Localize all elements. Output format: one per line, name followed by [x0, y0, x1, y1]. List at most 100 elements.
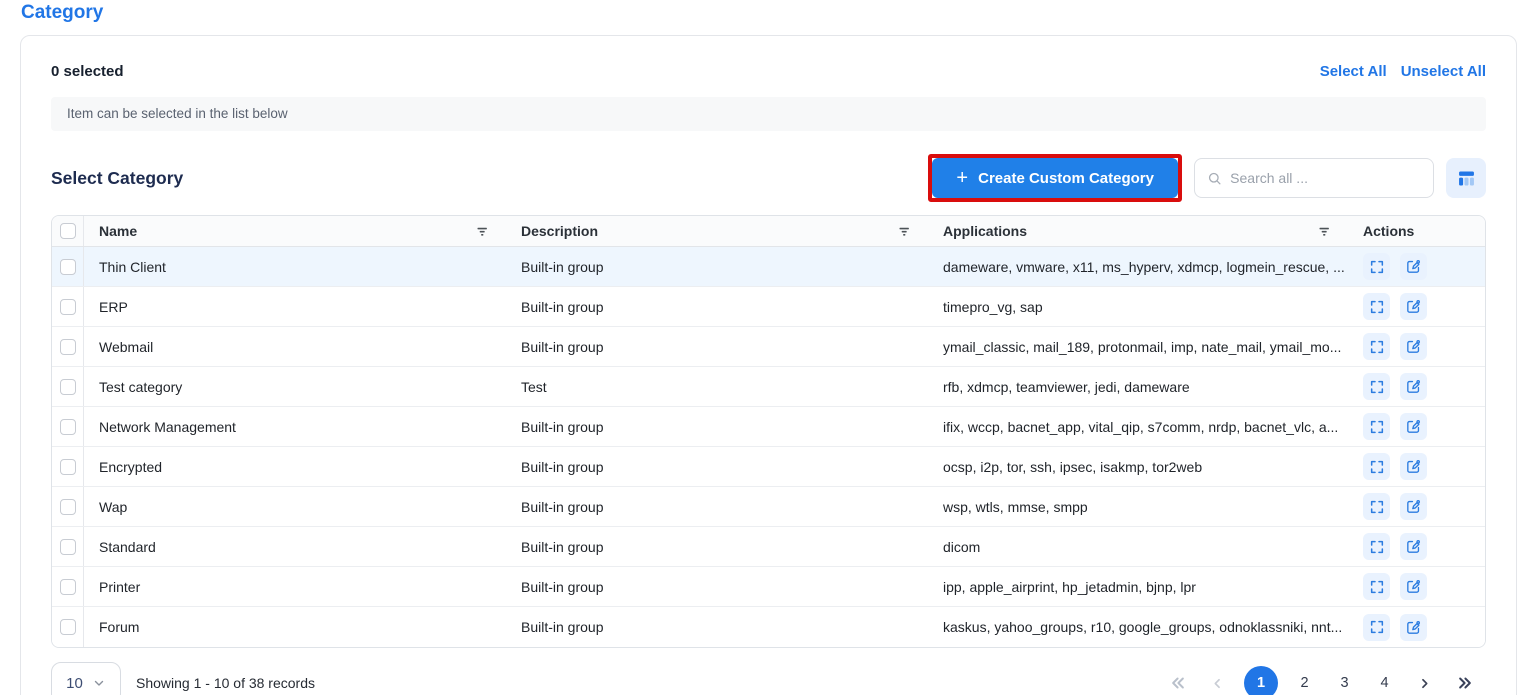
cell-applications: wsp, wtls, mmse, smpp — [928, 487, 1348, 526]
cell-description: Built-in group — [506, 287, 928, 326]
cell-applications: ipp, apple_airprint, hp_jetadmin, bjnp, … — [928, 567, 1348, 606]
row-checkbox-cell — [52, 247, 84, 286]
row-checkbox[interactable] — [60, 619, 76, 635]
cell-actions — [1348, 287, 1485, 326]
row-checkbox-cell — [52, 367, 84, 406]
expand-icon — [1369, 379, 1385, 395]
cell-applications: dameware, vmware, x11, ms_hyperv, xdmcp,… — [928, 247, 1348, 286]
expand-button[interactable] — [1363, 253, 1390, 280]
cell-description: Built-in group — [506, 407, 928, 446]
cell-name: Encrypted — [84, 447, 506, 486]
cell-applications: rfb, xdmcp, teamviewer, jedi, dameware — [928, 367, 1348, 406]
selection-toolbar: 0 selected Select All Unselect All — [51, 63, 1486, 80]
cell-description: Built-in group — [506, 447, 928, 486]
edit-button[interactable] — [1400, 614, 1427, 641]
column-header-applications: Applications — [928, 216, 1348, 246]
cell-name: Standard — [84, 527, 506, 566]
page-number-button[interactable]: 3 — [1331, 666, 1358, 695]
expand-button[interactable] — [1363, 453, 1390, 480]
row-checkbox[interactable] — [60, 419, 76, 435]
expand-button[interactable] — [1363, 293, 1390, 320]
row-checkbox[interactable] — [60, 379, 76, 395]
edit-icon — [1405, 338, 1422, 355]
expand-button[interactable] — [1363, 493, 1390, 520]
filter-icon[interactable] — [1317, 224, 1332, 239]
table-row: ERP Built-in group timepro_vg, sap — [52, 287, 1485, 327]
unselect-all-link[interactable]: Unselect All — [1401, 63, 1486, 80]
row-checkbox-cell — [52, 447, 84, 486]
section-title: Select Category — [51, 168, 183, 189]
cell-description: Built-in group — [506, 327, 928, 366]
expand-icon — [1369, 459, 1385, 475]
page-number-button[interactable]: 4 — [1371, 666, 1398, 695]
row-checkbox-cell — [52, 287, 84, 326]
create-custom-category-button[interactable]: + Create Custom Category — [932, 158, 1178, 198]
filter-icon[interactable] — [897, 224, 912, 239]
edit-button[interactable] — [1400, 573, 1427, 600]
edit-button[interactable] — [1400, 333, 1427, 360]
page-size-value: 10 — [66, 675, 83, 692]
expand-button[interactable] — [1363, 333, 1390, 360]
edit-button[interactable] — [1400, 373, 1427, 400]
edit-icon — [1405, 538, 1422, 555]
expand-button[interactable] — [1363, 533, 1390, 560]
row-checkbox[interactable] — [60, 499, 76, 515]
edit-icon — [1405, 298, 1422, 315]
expand-button[interactable] — [1363, 413, 1390, 440]
row-checkbox[interactable] — [60, 259, 76, 275]
row-checkbox[interactable] — [60, 459, 76, 475]
cell-actions — [1348, 527, 1485, 566]
expand-button[interactable] — [1363, 373, 1390, 400]
cell-name: ERP — [84, 287, 506, 326]
cell-description: Built-in group — [506, 567, 928, 606]
table-row: Encrypted Built-in group ocsp, i2p, tor,… — [52, 447, 1485, 487]
edit-button[interactable] — [1400, 533, 1427, 560]
column-header-description: Description — [506, 216, 928, 246]
expand-button[interactable] — [1363, 614, 1390, 641]
cell-actions — [1348, 607, 1485, 647]
expand-icon — [1369, 259, 1385, 275]
search-input[interactable] — [1230, 170, 1421, 186]
cell-name: Webmail — [84, 327, 506, 366]
edit-button[interactable] — [1400, 293, 1427, 320]
selection-hint: Item can be selected in the list below — [51, 97, 1486, 131]
edit-button[interactable] — [1400, 493, 1427, 520]
filter-icon[interactable] — [475, 224, 490, 239]
row-checkbox[interactable] — [60, 339, 76, 355]
row-checkbox[interactable] — [60, 299, 76, 315]
row-checkbox-cell — [52, 407, 84, 446]
plus-icon: + — [956, 168, 968, 188]
next-page-icon[interactable] — [1411, 666, 1438, 695]
row-checkbox[interactable] — [60, 539, 76, 555]
cell-description: Built-in group — [506, 487, 928, 526]
column-settings-button[interactable] — [1446, 158, 1486, 198]
edit-icon — [1405, 418, 1422, 435]
expand-icon — [1369, 539, 1385, 555]
select-all-checkbox[interactable] — [60, 223, 76, 239]
row-checkbox[interactable] — [60, 579, 76, 595]
table-row: Thin Client Built-in group dameware, vmw… — [52, 247, 1485, 287]
table-row: Standard Built-in group dicom — [52, 527, 1485, 567]
edit-button[interactable] — [1400, 453, 1427, 480]
first-page-icon[interactable] — [1164, 666, 1191, 695]
cell-name: Thin Client — [84, 247, 506, 286]
cell-actions — [1348, 327, 1485, 366]
table-row: Test category Test rfb, xdmcp, teamviewe… — [52, 367, 1485, 407]
create-button-label: Create Custom Category — [978, 170, 1154, 187]
last-page-icon[interactable] — [1451, 666, 1478, 695]
table-row: Webmail Built-in group ymail_classic, ma… — [52, 327, 1485, 367]
edit-button[interactable] — [1400, 413, 1427, 440]
cell-applications: kaskus, yahoo_groups, r10, google_groups… — [928, 607, 1348, 647]
expand-icon — [1369, 299, 1385, 315]
select-all-link[interactable]: Select All — [1320, 63, 1387, 80]
cell-actions — [1348, 567, 1485, 606]
prev-page-icon[interactable] — [1204, 666, 1231, 695]
cell-name: Network Management — [84, 407, 506, 446]
edit-button[interactable] — [1400, 253, 1427, 280]
expand-button[interactable] — [1363, 573, 1390, 600]
column-header-name: Name — [84, 216, 506, 246]
page-number-button[interactable]: 1 — [1244, 666, 1278, 695]
category-card: 0 selected Select All Unselect All Item … — [20, 35, 1517, 695]
page-size-select[interactable]: 10 — [51, 662, 121, 695]
page-number-button[interactable]: 2 — [1291, 666, 1318, 695]
